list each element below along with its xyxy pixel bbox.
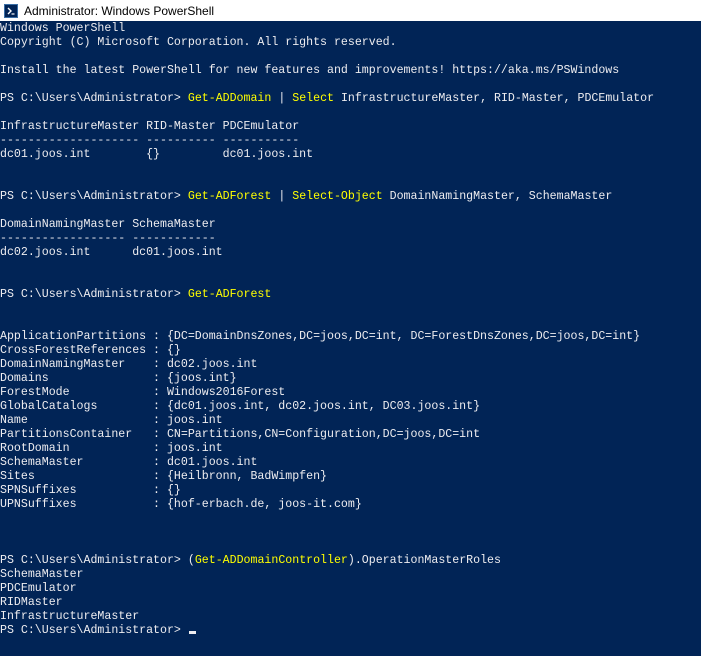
banner-line: Windows PowerShell <box>0 22 126 35</box>
forest-property: PartitionsContainer : CN=Partitions,CN=C… <box>0 428 481 441</box>
forest-property: RootDomain : joos.int <box>0 442 223 455</box>
output-line: DomainNamingMaster SchemaMaster <box>0 218 216 231</box>
forest-property: ForestMode : Windows2016Forest <box>0 386 286 399</box>
role-line: SchemaMaster <box>0 568 84 581</box>
forest-property: Domains : {joos.int} <box>0 372 237 385</box>
pipe-operator: | <box>271 190 293 203</box>
forest-property: GlobalCatalogs : {dc01.joos.int, dc02.jo… <box>0 400 481 413</box>
prompt: PS C:\Users\Administrator> <box>0 624 188 637</box>
forest-property: DomainNamingMaster : dc02.joos.int <box>0 358 258 371</box>
prompt: PS C:\Users\Administrator> <box>0 288 188 301</box>
cmdlet-name: Select <box>292 92 334 105</box>
property-access: ).OperationMasterRoles <box>347 554 501 567</box>
command-line: PS C:\Users\Administrator> Get-ADForest <box>0 288 271 302</box>
banner-line: Copyright (C) Microsoft Corporation. All… <box>0 36 397 49</box>
command-line: PS C:\Users\Administrator> Get-ADDomain … <box>0 92 654 106</box>
banner-line: Install the latest PowerShell for new fe… <box>0 64 620 77</box>
title-bar[interactable]: Administrator: Windows PowerShell <box>0 0 701 21</box>
prompt: PS C:\Users\Administrator> <box>0 92 188 105</box>
cmdlet-args: DomainNamingMaster, SchemaMaster <box>382 190 613 203</box>
text-cursor <box>188 631 196 634</box>
cmdlet-name: Get-ADForest <box>187 190 272 203</box>
pipe-operator: | <box>271 92 293 105</box>
role-line: RIDMaster <box>0 596 63 609</box>
command-line: PS C:\Users\Administrator> Get-ADForest … <box>0 190 612 204</box>
powershell-icon <box>4 3 18 18</box>
forest-property: CrossForestReferences : {} <box>0 344 181 357</box>
forest-property: SPNSuffixes : {} <box>0 484 181 497</box>
prompt: PS C:\Users\Administrator> <box>0 190 188 203</box>
powershell-window: Administrator: Windows PowerShell Window… <box>0 0 701 656</box>
window-title: Administrator: Windows PowerShell <box>24 3 215 18</box>
cmdlet-name: Select-Object <box>292 190 383 203</box>
output-line: dc01.joos.int {} dc01.joos.int <box>0 148 314 161</box>
cmdlet-args: InfrastructureMaster, RID-Master, PDCEmu… <box>333 92 655 105</box>
input-line[interactable]: PS C:\Users\Administrator> <box>0 624 196 638</box>
forest-property: Name : joos.int <box>0 414 223 427</box>
cmdlet-name: Get-ADDomainController <box>194 554 348 567</box>
forest-property: UPNSuffixes : {hof-erbach.de, joos-it.co… <box>0 498 362 511</box>
cmdlet-name: Get-ADDomain <box>187 92 272 105</box>
role-line: PDCEmulator <box>0 582 77 595</box>
forest-property: SchemaMaster : dc01.joos.int <box>0 456 258 469</box>
forest-property: ApplicationPartitions : {DC=DomainDnsZon… <box>0 330 641 343</box>
output-line: ------------------ ------------ <box>0 232 216 245</box>
output-line: -------------------- ---------- --------… <box>0 134 300 147</box>
output-line: InfrastructureMaster RID-Master PDCEmula… <box>0 120 300 133</box>
forest-property: Sites : {Heilbronn, BadWimpfen} <box>0 470 327 483</box>
output-line: dc02.joos.int dc01.joos.int <box>0 246 223 259</box>
prompt: PS C:\Users\Administrator> <box>0 554 188 567</box>
paren-open: ( <box>187 554 195 567</box>
command-line: PS C:\Users\Administrator> (Get-ADDomain… <box>0 554 501 568</box>
cmdlet-name: Get-ADForest <box>187 288 272 301</box>
role-line: InfrastructureMaster <box>0 610 140 623</box>
console-area[interactable]: Windows PowerShell Copyright (C) Microso… <box>0 21 701 656</box>
